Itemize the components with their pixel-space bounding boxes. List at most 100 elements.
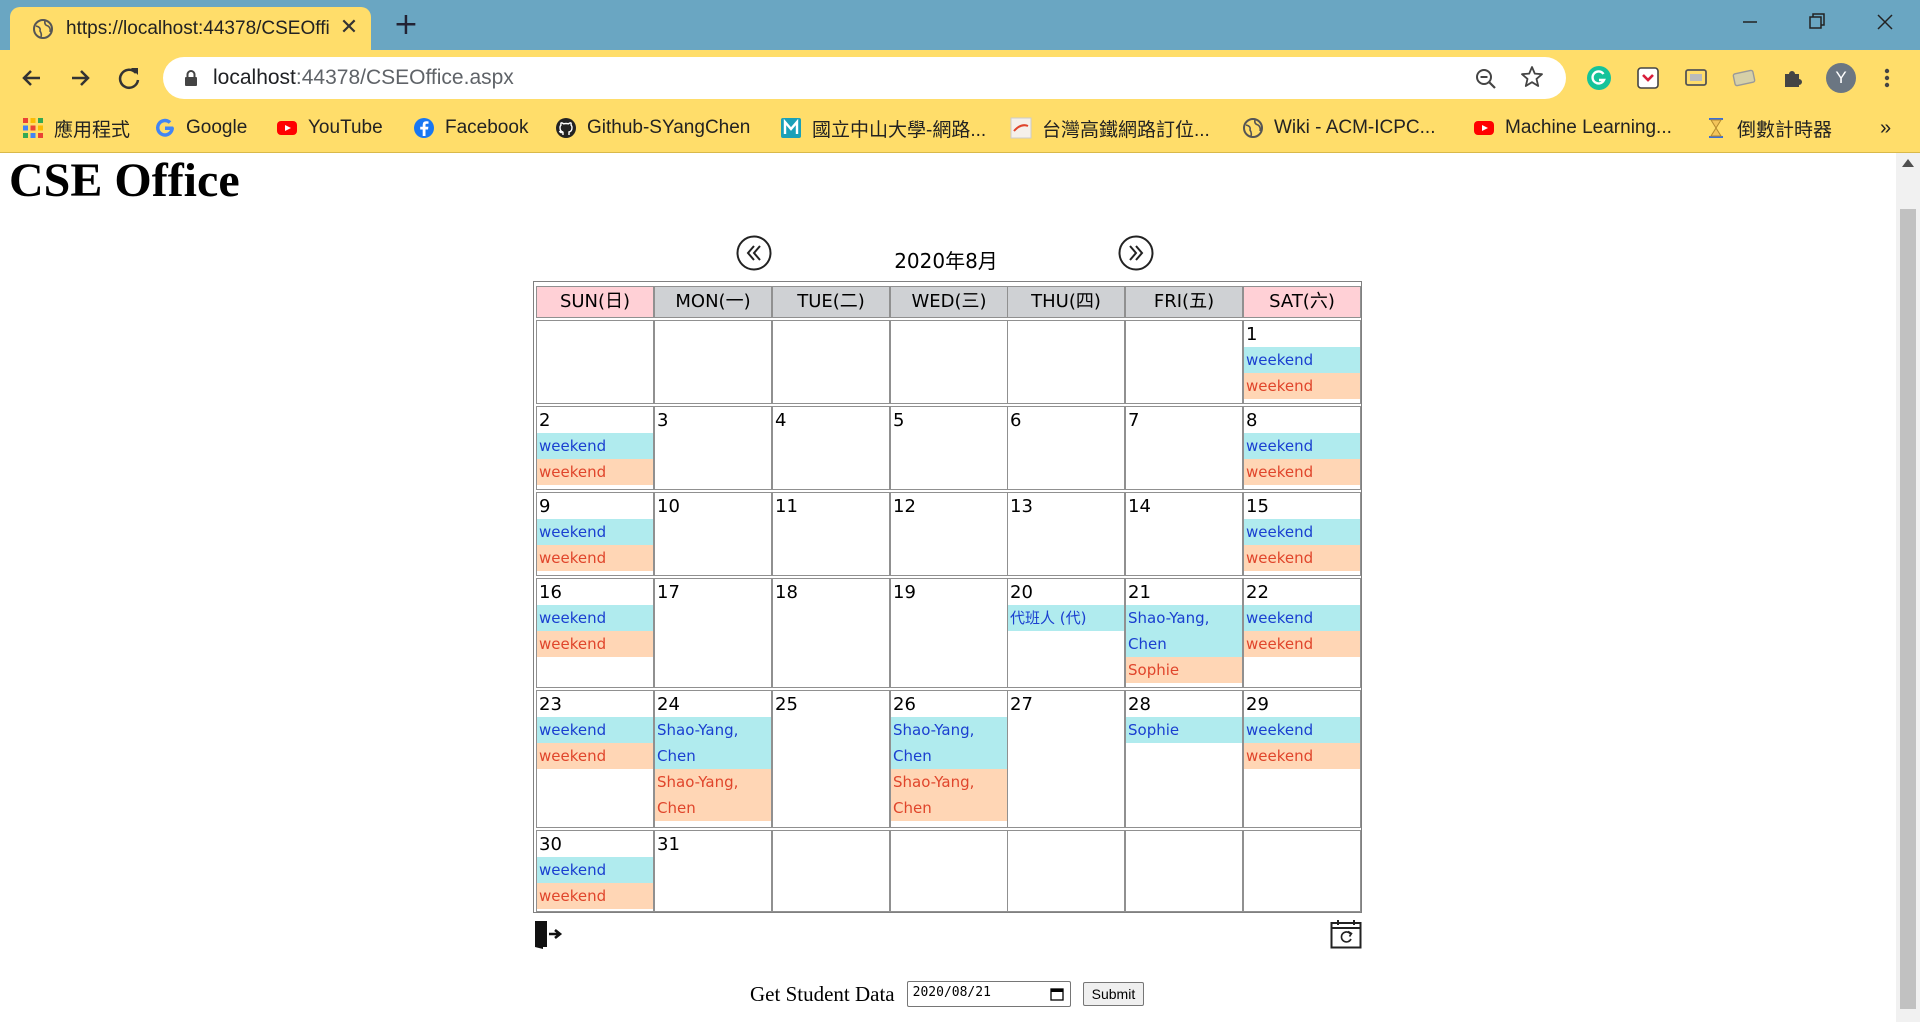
shift-entry-secondary[interactable]: weekend [1244,545,1360,571]
shift-entry-primary[interactable]: Shao-Yang, [655,717,771,743]
calendar-day-cell[interactable]: 20 代班人 (代) [1007,578,1125,688]
shift-entry-primary[interactable]: weekend [537,519,653,545]
shift-entry-secondary[interactable]: weekend [1244,743,1360,769]
shift-entry-primary[interactable]: weekend [1244,717,1360,743]
shift-entry-secondary[interactable]: weekend [537,631,653,657]
calendar-picker-icon[interactable] [1049,987,1064,1001]
bookmark-github[interactable]: Github-SYangChen [555,115,750,141]
shift-entry-secondary[interactable]: Shao-Yang, [655,769,771,795]
shift-entry-primary[interactable]: weekend [1244,433,1360,459]
calendar-day-cell[interactable]: 6 [1007,406,1125,490]
shift-entry-primary[interactable]: Chen [1126,631,1242,657]
shift-entry-secondary[interactable]: weekend [1244,631,1360,657]
calendar-day-cell[interactable]: 10 [654,492,772,576]
shift-entry-primary[interactable]: weekend [537,717,653,743]
shift-entry-secondary[interactable]: weekend [537,883,653,909]
calendar-day-cell[interactable]: 13 [1007,492,1125,576]
calendar-day-cell[interactable]: 2 weekend weekend [536,406,654,490]
shift-entry-primary[interactable]: Shao-Yang, [891,717,1007,743]
shift-entry-primary[interactable]: weekend [537,433,653,459]
shift-entry-secondary[interactable]: Chen [655,795,771,821]
calendar-day-cell[interactable]: 26 Shao-Yang, Chen Shao-Yang, Chen [890,690,1008,828]
calendar-day-cell[interactable]: 30 weekend weekend [536,830,654,912]
bookmark-countdown[interactable]: 倒數計時器 [1705,115,1832,141]
url-text[interactable]: localhost:44378/CSEOffice.aspx [213,66,514,90]
reload-icon[interactable] [113,62,145,94]
calendar-refresh-icon[interactable] [1330,919,1362,949]
calendar-day-cell[interactable]: 14 [1125,492,1243,576]
calendar-day-cell[interactable]: 18 [772,578,890,688]
lock-icon[interactable] [181,68,201,88]
calendar-day-cell[interactable]: 22 weekend weekend [1243,578,1361,688]
calendar-day-cell[interactable]: 27 [1007,690,1125,828]
bookmark-thsr[interactable]: 台灣高鐵網路訂位... [1010,115,1210,141]
bookmark-nsysu[interactable]: 國立中山大學-網路... [780,115,986,141]
calendar-day-cell[interactable]: 4 [772,406,890,490]
menu-kebab-icon[interactable] [1874,65,1900,91]
shift-entry-secondary[interactable]: Chen [891,795,1007,821]
shift-entry-primary[interactable]: Chen [655,743,771,769]
calendar-day-cell[interactable]: 7 [1125,406,1243,490]
shift-entry-primary[interactable]: weekend [537,857,653,883]
next-month-icon[interactable] [1118,235,1154,271]
shift-entry-secondary[interactable]: weekend [537,545,653,571]
bookmark-wiki-acm[interactable]: Wiki - ACM-ICPC... [1242,115,1436,141]
shift-entry-secondary[interactable]: Sophie [1126,657,1242,683]
calendar-day-cell[interactable]: 24 Shao-Yang, Chen Shao-Yang, Chen [654,690,772,828]
page-scrollbar[interactable] [1896,153,1920,1022]
address-bar[interactable]: localhost:44378/CSEOffice.aspx [163,57,1566,99]
ticket-extension-icon[interactable] [1731,65,1757,91]
forward-arrow-icon[interactable] [64,62,96,94]
shift-entry-secondary[interactable]: weekend [1244,373,1360,399]
calendar-day-cell[interactable]: 17 [654,578,772,688]
tab-close-icon[interactable]: ✕ [337,16,361,40]
profile-avatar[interactable]: Y [1826,63,1856,93]
shift-entry-primary[interactable]: Chen [891,743,1007,769]
shift-entry-primary[interactable]: weekend [537,605,653,631]
shift-entry-secondary[interactable]: Shao-Yang, [891,769,1007,795]
cast-icon[interactable] [1683,65,1709,91]
date-input[interactable]: 2020/08/21 [906,981,1071,1007]
calendar-day-cell[interactable]: 28 Sophie [1125,690,1243,828]
scroll-up-arrow-icon[interactable] [1902,159,1914,167]
prev-month-icon[interactable] [736,235,772,271]
new-tab-icon[interactable]: + [390,10,422,42]
calendar-day-cell[interactable]: 5 [890,406,1008,490]
bookmark-facebook[interactable]: Facebook [413,115,528,141]
shift-entry-secondary[interactable]: weekend [1244,459,1360,485]
bookmark-youtube[interactable]: YouTube [276,115,383,141]
minimize-icon[interactable] [1729,6,1769,38]
submit-button[interactable]: Submit [1082,982,1145,1006]
shift-entry-primary[interactable]: weekend [1244,347,1360,373]
more-bookmarks-chevron[interactable]: » [1880,115,1891,141]
grammarly-icon[interactable] [1586,65,1612,91]
calendar-day-cell[interactable]: 19 [890,578,1008,688]
scrollbar-thumb[interactable] [1900,209,1916,1009]
calendar-day-cell[interactable]: 29 weekend weekend [1243,690,1361,828]
calendar-day-cell[interactable]: 31 [654,830,772,912]
calendar-day-cell[interactable]: 23 weekend weekend [536,690,654,828]
calendar-day-cell[interactable]: 12 [890,492,1008,576]
shift-entry-primary[interactable]: Sophie [1126,717,1242,743]
calendar-day-cell[interactable]: 11 [772,492,890,576]
shift-entry-secondary[interactable]: weekend [537,459,653,485]
bookmark-machine-learning[interactable]: Machine Learning... [1473,115,1672,141]
calendar-day-cell[interactable]: 15 weekend weekend [1243,492,1361,576]
calendar-day-cell[interactable]: 1 weekend weekend [1243,320,1361,404]
back-arrow-icon[interactable] [16,62,48,94]
shift-entry-primary[interactable]: Shao-Yang, [1126,605,1242,631]
calendar-day-cell[interactable]: 25 [772,690,890,828]
calendar-day-cell[interactable]: 21 Shao-Yang, Chen Sophie [1125,578,1243,688]
browser-tab[interactable]: https://localhost:44378/CSEOffi ✕ [10,7,371,50]
bookmark-google[interactable]: Google [154,115,247,141]
logout-icon[interactable] [533,919,563,949]
calendar-day-cell[interactable]: 16 weekend weekend [536,578,654,688]
shift-entry-primary[interactable]: weekend [1244,605,1360,631]
calendar-day-cell[interactable]: 3 [654,406,772,490]
extensions-puzzle-icon[interactable] [1779,65,1805,91]
shift-entry-primary[interactable]: weekend [1244,519,1360,545]
zoom-out-icon[interactable] [1473,66,1499,92]
calendar-day-cell[interactable]: 8 weekend weekend [1243,406,1361,490]
pocket-icon[interactable] [1635,65,1661,91]
window-close-icon[interactable] [1864,6,1904,38]
